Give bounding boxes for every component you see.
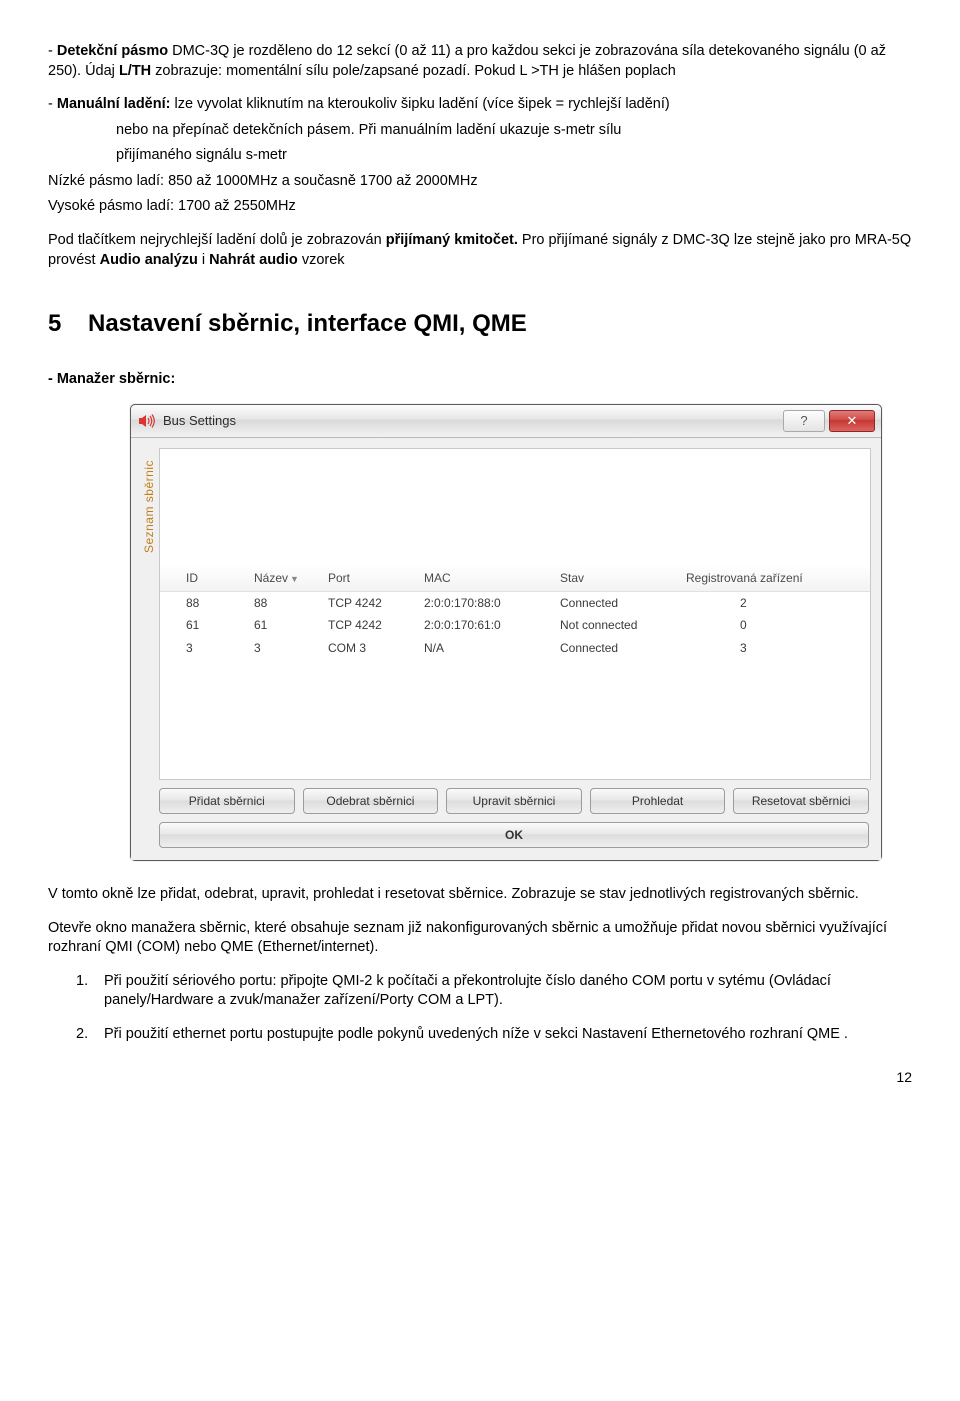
col-name[interactable]: Název▼	[246, 565, 320, 592]
text: vzorek	[298, 252, 345, 268]
text: -	[48, 43, 57, 59]
col-id[interactable]: ID	[160, 565, 246, 592]
help-button[interactable]: ?	[783, 410, 825, 432]
list-number: 1.	[76, 972, 104, 1011]
edit-bus-button[interactable]: Upravit sběrnici	[446, 788, 582, 814]
ok-row: OK	[141, 820, 871, 852]
cell-stav: Connected	[552, 592, 678, 615]
paragraph-open-manager: Otevře okno manažera sběrnic, které obsa…	[48, 919, 912, 958]
cell-mac: 2:0:0:170:88:0	[416, 592, 552, 615]
bold-text: přijímaný kmitočet.	[386, 232, 518, 248]
paragraph-detection-band: - Detekční pásmo DMC-3Q je rozděleno do …	[48, 42, 912, 81]
cell-mac: N/A	[416, 637, 552, 659]
heading-number: 5	[48, 308, 88, 340]
bold-text: L/TH	[119, 63, 151, 79]
paragraph-manual-tuning: - Manuální ladění: lze vyvolat kliknutím…	[48, 95, 912, 115]
cell-mac: 2:0:0:170:61:0	[416, 614, 552, 636]
close-button[interactable]: ✕	[829, 410, 875, 432]
add-bus-button[interactable]: Přidat sběrnici	[159, 788, 295, 814]
paragraph-frequency: Pod tlačítkem nejrychlejší ladění dolů j…	[48, 231, 912, 270]
bold-text: Nahrát audio	[209, 252, 298, 268]
cell-port: TCP 4242	[320, 592, 416, 615]
paragraph-window-desc: V tomto okně lze přidat, odebrat, upravi…	[48, 885, 912, 905]
cell-reg: 0	[678, 614, 870, 636]
text: i	[198, 252, 209, 268]
table-row[interactable]: 88 88 TCP 4242 2:0:0:170:88:0 Connected …	[160, 592, 870, 615]
col-reg[interactable]: Registrovaná zařízení	[678, 565, 870, 592]
cell-id: 61	[160, 614, 246, 636]
remove-bus-button[interactable]: Odebrat sběrnici	[303, 788, 439, 814]
window-title: Bus Settings	[163, 412, 236, 430]
cell-port: COM 3	[320, 637, 416, 659]
bus-table-frame: ID Název▼ Port MAC Stav Registrovaná zař…	[159, 448, 871, 780]
text: zobrazuje: momentální sílu pole/zapsané …	[151, 63, 676, 79]
section-heading: 5Nastavení sběrnic, interface QMI, QME	[48, 308, 912, 340]
cell-name: 3	[246, 637, 320, 659]
col-mac[interactable]: MAC	[416, 565, 552, 592]
reset-bus-button[interactable]: Resetovat sběrnici	[733, 788, 869, 814]
text: -	[48, 96, 57, 112]
col-port[interactable]: Port	[320, 565, 416, 592]
list-item-1: 1. Při použití sériového portu: připojte…	[76, 972, 912, 1011]
indented-line: nebo na přepínač detekčních pásem. Při m…	[48, 121, 912, 141]
cell-stav: Not connected	[552, 614, 678, 636]
bold-text: Audio analýzu	[100, 252, 198, 268]
table-row[interactable]: 61 61 TCP 4242 2:0:0:170:61:0 Not connec…	[160, 614, 870, 636]
paragraph-bus-manager: - Manažer sběrnic:	[48, 370, 912, 390]
page-number: 12	[48, 1068, 912, 1087]
titlebar: Bus Settings ? ✕	[131, 405, 881, 438]
col-name-label: Název	[254, 571, 288, 585]
cell-reg: 3	[678, 637, 870, 659]
cell-id: 3	[160, 637, 246, 659]
scan-button[interactable]: Prohledat	[590, 788, 726, 814]
bus-table: ID Název▼ Port MAC Stav Registrovaná zař…	[160, 565, 870, 659]
bold-text: Manuální ladění:	[57, 96, 171, 112]
cell-port: TCP 4242	[320, 614, 416, 636]
cell-reg: 2	[678, 592, 870, 615]
paragraph-high-band: Vysoké pásmo ladí: 1700 až 2550MHz	[48, 197, 912, 217]
help-icon: ?	[800, 412, 807, 430]
bold-text: Detekční pásmo	[57, 43, 168, 59]
sidebar-label: Seznam sběrnic	[141, 448, 157, 565]
table-head: ID Název▼ Port MAC Stav Registrovaná zař…	[160, 565, 870, 592]
window-bus-settings: Bus Settings ? ✕ Seznam sběrnic ID Název…	[130, 404, 882, 861]
heading-text: Nastavení sběrnic, interface QMI, QME	[88, 310, 527, 337]
window-body: Seznam sběrnic ID Název▼ Port MAC Stav R…	[131, 438, 881, 860]
col-stav[interactable]: Stav	[552, 565, 678, 592]
indented-line: přijímaného signálu s-metr	[48, 146, 912, 166]
list-item-2: 2. Při použití ethernet portu postupujte…	[76, 1025, 912, 1045]
text: lze vyvolat kliknutím na kteroukoliv šip…	[170, 96, 669, 112]
table-row[interactable]: 3 3 COM 3 N/A Connected 3	[160, 637, 870, 659]
cell-stav: Connected	[552, 637, 678, 659]
button-row: Přidat sběrnici Odebrat sběrnici Upravit…	[141, 780, 871, 820]
paragraph-low-band: Nízké pásmo ladí: 850 až 1000MHz a souča…	[48, 172, 912, 192]
ok-button[interactable]: OK	[159, 822, 869, 848]
text: Pod tlačítkem nejrychlejší ladění dolů j…	[48, 232, 386, 248]
list-number: 2.	[76, 1025, 104, 1045]
screenshot-bus-settings: Bus Settings ? ✕ Seznam sběrnic ID Název…	[130, 404, 867, 861]
sort-indicator-icon: ▼	[290, 574, 299, 584]
sound-icon	[139, 414, 157, 428]
cell-id: 88	[160, 592, 246, 615]
cell-name: 61	[246, 614, 320, 636]
list-text: Při použití ethernet portu postupujte po…	[104, 1025, 912, 1045]
close-icon: ✕	[847, 412, 858, 430]
cell-name: 88	[246, 592, 320, 615]
list-text: Při použití sériového portu: připojte QM…	[104, 972, 912, 1011]
